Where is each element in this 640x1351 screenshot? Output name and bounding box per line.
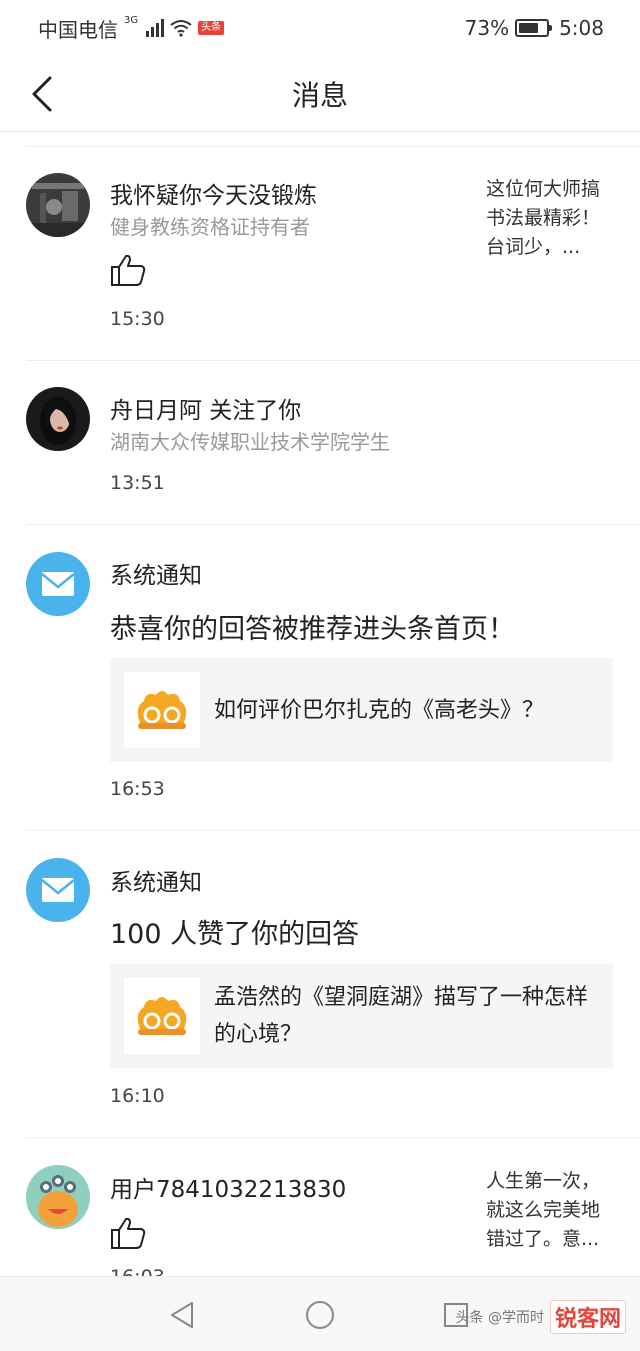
nav-back-button[interactable] xyxy=(162,1297,202,1333)
news-badge: 头条 xyxy=(198,21,225,35)
avatar xyxy=(26,858,90,922)
watermark-sub: 头条 @学而时 xyxy=(455,1310,544,1326)
network-type: 3G xyxy=(124,14,139,26)
avatar-monster-image xyxy=(26,1165,90,1229)
message-name[interactable]: 舟日月阿 关注了你 xyxy=(110,391,301,425)
message-side-text[interactable]: 这位何大师搞书法最精彩！台词少，... xyxy=(486,175,616,262)
battery-fill xyxy=(519,23,539,33)
nav-bar: 消息 xyxy=(0,56,640,132)
avatar xyxy=(26,552,90,616)
nav-home-button[interactable] xyxy=(300,1297,340,1333)
page-title: 消息 xyxy=(291,79,348,112)
signal-icon xyxy=(146,19,165,37)
circle-home-icon xyxy=(306,1301,334,1329)
message-sender: 系统通知 xyxy=(110,563,202,589)
linked-question-card[interactable]: 如何评价巴尔扎克的《高老头》？ xyxy=(110,658,613,762)
status-left: 中国电信 3G 头条 xyxy=(38,14,225,43)
card-thumbnail xyxy=(124,672,200,748)
message-time: 13:51 xyxy=(110,472,165,494)
message-title: 100 人赞了你的回答 xyxy=(110,919,360,950)
avatar[interactable] xyxy=(26,173,90,237)
triangle-back-icon xyxy=(171,1302,193,1328)
wifi-icon xyxy=(170,20,192,37)
divider xyxy=(26,830,640,831)
avatar-gym-image xyxy=(26,173,90,237)
watermark-logo: 锐客网 xyxy=(549,1300,626,1334)
message-name[interactable]: 用户7841032213830 xyxy=(110,1170,346,1204)
message-time: 16:10 xyxy=(110,1085,165,1107)
thumbs-up-icon xyxy=(111,1217,146,1249)
battery-icon xyxy=(515,19,553,37)
divider xyxy=(26,524,640,525)
list-item[interactable] xyxy=(0,0,640,1)
message-title: 恭喜你的回答被推荐进头条首页！ xyxy=(110,614,515,645)
avatar[interactable] xyxy=(26,387,90,451)
thumbs-up-icon xyxy=(111,254,146,286)
battery-percent: 73% xyxy=(464,16,510,40)
message-subtitle: 湖南大众传媒职业技术学院学生 xyxy=(110,430,390,454)
carrier-label: 中国电信 xyxy=(38,17,118,42)
toutiao-gold-logo-icon xyxy=(137,691,187,729)
clock: 5:08 xyxy=(559,16,604,40)
message-subtitle: 健身教练资格证持有者 xyxy=(110,215,310,239)
watermark: 头条 @学而时 锐客网 xyxy=(456,1300,626,1334)
message-side-text[interactable]: 人生第一次，就这么完美地错过了。意... xyxy=(486,1167,616,1254)
divider xyxy=(26,1137,640,1138)
linked-question-card[interactable]: 孟浩然的《望洞庭湖》描写了一种怎样的心境？ xyxy=(110,964,613,1068)
card-question-text: 如何评价巴尔扎克的《高老头》？ xyxy=(214,697,545,723)
divider xyxy=(26,146,640,147)
message-time: 16:53 xyxy=(110,778,165,800)
message-name[interactable]: 我怀疑你今天没锻炼 xyxy=(110,176,317,210)
status-right: 73% 5:08 xyxy=(465,16,604,40)
message-time: 15:30 xyxy=(110,308,165,330)
status-bar: 中国电信 3G 头条 73% 5:08 xyxy=(0,0,640,56)
avatar[interactable] xyxy=(26,1165,90,1229)
card-thumbnail xyxy=(124,978,200,1054)
avatar-portrait-image xyxy=(26,387,90,451)
mail-icon xyxy=(41,572,75,596)
mail-icon xyxy=(41,878,75,902)
card-question-text: 孟浩然的《望洞庭湖》描写了一种怎样的心境？ xyxy=(214,985,589,1047)
message-sender: 系统通知 xyxy=(110,870,202,896)
divider xyxy=(26,360,640,361)
toutiao-gold-logo-icon xyxy=(137,997,187,1035)
